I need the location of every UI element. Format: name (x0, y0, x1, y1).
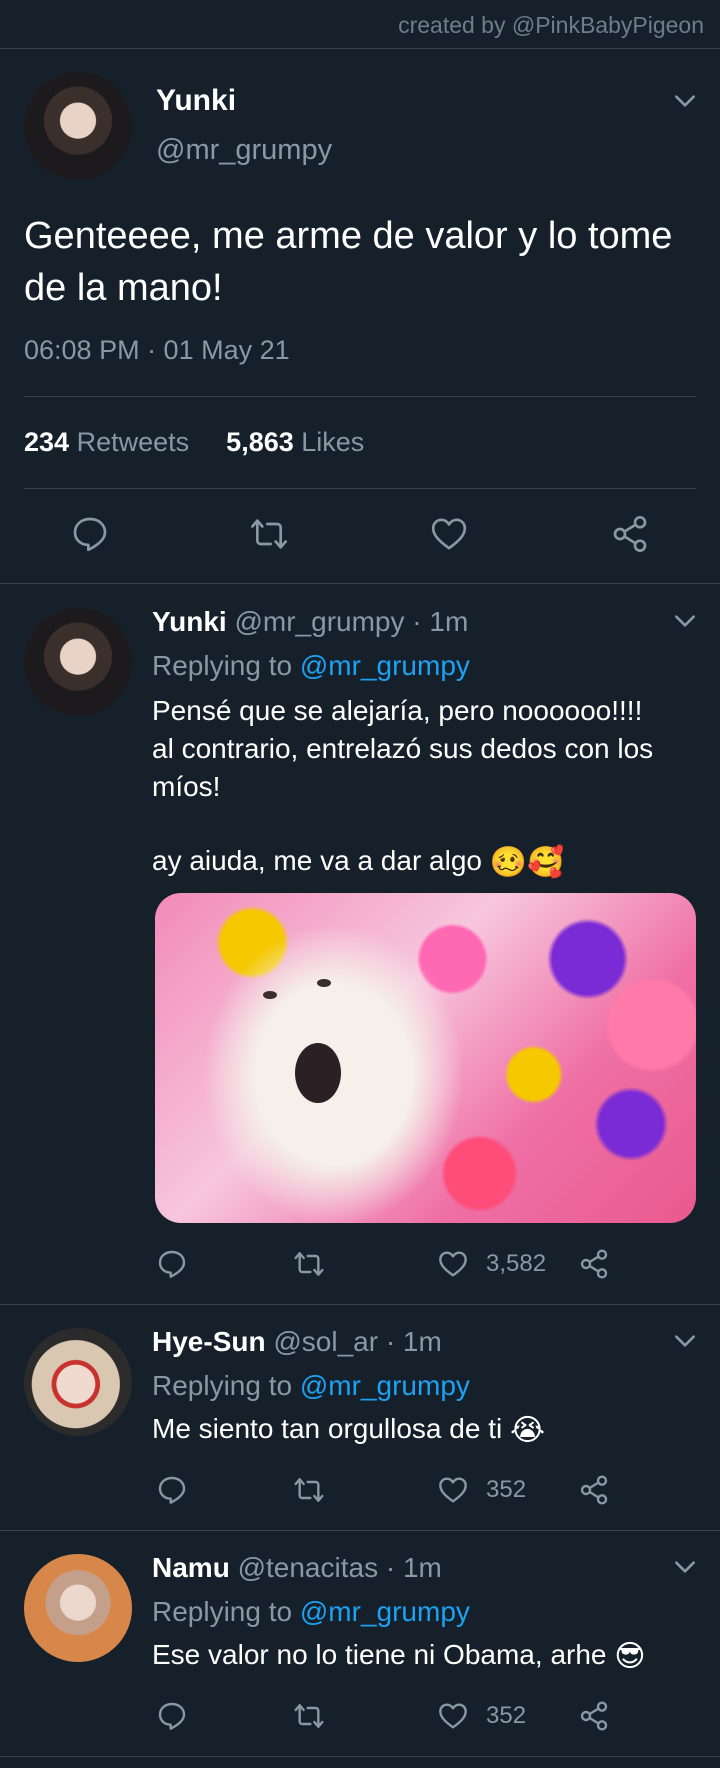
tweet-text: Genteeee, me arme de valor y lo tome de … (24, 215, 673, 309)
retweet-icon[interactable] (292, 1700, 326, 1732)
reply-author-name[interactable]: Namu (152, 1552, 230, 1583)
divider (0, 1756, 720, 1757)
reply-icon[interactable] (156, 1700, 188, 1732)
share-icon[interactable] (578, 1700, 610, 1732)
reply-author-handle[interactable]: @tenacitas · 1m (238, 1552, 442, 1583)
chevron-down-icon[interactable] (672, 1554, 698, 1580)
cat-eye (263, 991, 277, 999)
tweet-thread-screen: created by @PinkBabyPigeon Yunki @mr_gru… (0, 0, 720, 1768)
like-count: 3,582 (486, 1250, 547, 1277)
mention-link[interactable]: @mr_grumpy (300, 1370, 470, 1401)
replying-label: Replying to (152, 650, 293, 681)
reply-text: Ese valor no lo tiene ni Obama, arhe 😎 (152, 1636, 692, 1674)
avatar[interactable] (24, 72, 132, 180)
chevron-down-icon[interactable] (672, 608, 698, 634)
emoji: 😎 (614, 1639, 646, 1673)
avatar[interactable] (24, 608, 132, 716)
emoji: 🥴🥰 (489, 845, 565, 879)
likes-count[interactable]: 5,863 (226, 427, 294, 457)
chevron-down-icon[interactable] (672, 88, 698, 114)
reply-icon[interactable] (156, 1474, 188, 1506)
reply-text: ay aiuda, me va a dar algo 🥴🥰 (152, 842, 692, 880)
replying-to: Replying to @mr_grumpy (152, 1596, 470, 1628)
share-icon[interactable] (578, 1248, 610, 1280)
reply-text-line: Ese valor no lo tiene ni Obama, arhe (152, 1639, 607, 1670)
replying-label: Replying to (152, 1596, 293, 1627)
credit-text: created by @PinkBabyPigeon (398, 12, 704, 38)
retweet-icon[interactable] (292, 1474, 326, 1506)
divider (0, 48, 720, 49)
divider (24, 488, 696, 489)
like-count: 352 (486, 1702, 527, 1729)
like-icon[interactable] (436, 1248, 470, 1280)
like-icon[interactable] (436, 1700, 470, 1732)
media-image[interactable] (155, 893, 696, 1223)
reply-text-line: ay aiuda, me va a dar algo (152, 845, 482, 876)
author-handle[interactable]: @mr_grumpy (156, 134, 332, 167)
avatar[interactable] (24, 1554, 132, 1662)
reply-header: Namu @tenacitas · 1m (152, 1552, 442, 1584)
reply-icon[interactable] (156, 1248, 188, 1280)
avatar[interactable] (24, 1328, 132, 1436)
emoji: 😭 (510, 1413, 546, 1447)
author-name[interactable]: Yunki (156, 84, 236, 118)
like-icon[interactable] (428, 514, 470, 554)
reply-icon[interactable] (70, 514, 110, 554)
chevron-down-icon[interactable] (672, 1328, 698, 1354)
reply-author-handle[interactable]: @sol_ar · 1m (273, 1326, 441, 1357)
retweet-icon[interactable] (248, 514, 290, 554)
tweet-timestamp[interactable]: 06:08 PM · 01 May 21 (24, 335, 290, 366)
reply-header: Yunki @mr_grumpy · 1m (152, 606, 468, 638)
tweet-stats: 234 Retweets 5,863 Likes (24, 427, 364, 458)
divider (0, 1304, 720, 1305)
reply-header: Hye-Sun @sol_ar · 1m (152, 1326, 442, 1358)
reply-author-name[interactable]: Hye-Sun (152, 1326, 266, 1357)
likes-label[interactable]: Likes (301, 427, 364, 457)
replying-label: Replying to (152, 1370, 293, 1401)
reply-author-name[interactable]: Yunki (152, 606, 227, 637)
reply-text: Me siento tan orgullosa de ti 😭 (152, 1410, 692, 1448)
retweets-label[interactable]: Retweets (77, 427, 190, 457)
mention-link[interactable]: @mr_grumpy (300, 1596, 470, 1627)
reply-author-handle[interactable]: @mr_grumpy · 1m (234, 606, 468, 637)
replying-to: Replying to @mr_grumpy (152, 650, 470, 682)
share-icon[interactable] (578, 1474, 610, 1506)
reply-text-line: míos! (152, 771, 221, 802)
reply-text-line: Me siento tan orgullosa de ti (152, 1413, 503, 1444)
cat-mouth (295, 1043, 341, 1103)
reply-text: Pensé que se alejaría, pero noooooo!!!! … (152, 692, 692, 806)
retweet-icon[interactable] (292, 1248, 326, 1280)
reply-text-line: Pensé que se alejaría, pero noooooo!!!! (152, 695, 643, 726)
replying-to: Replying to @mr_grumpy (152, 1370, 470, 1402)
divider (0, 583, 720, 584)
reply-text-line: al contrario, entrelazó sus dedos con lo… (152, 733, 654, 764)
mention-link[interactable]: @mr_grumpy (300, 650, 470, 681)
share-icon[interactable] (610, 514, 650, 554)
divider (24, 396, 696, 397)
divider (0, 1530, 720, 1531)
like-count: 352 (486, 1476, 527, 1503)
like-icon[interactable] (436, 1474, 470, 1506)
retweets-count[interactable]: 234 (24, 427, 69, 457)
cat-eye (317, 979, 331, 987)
